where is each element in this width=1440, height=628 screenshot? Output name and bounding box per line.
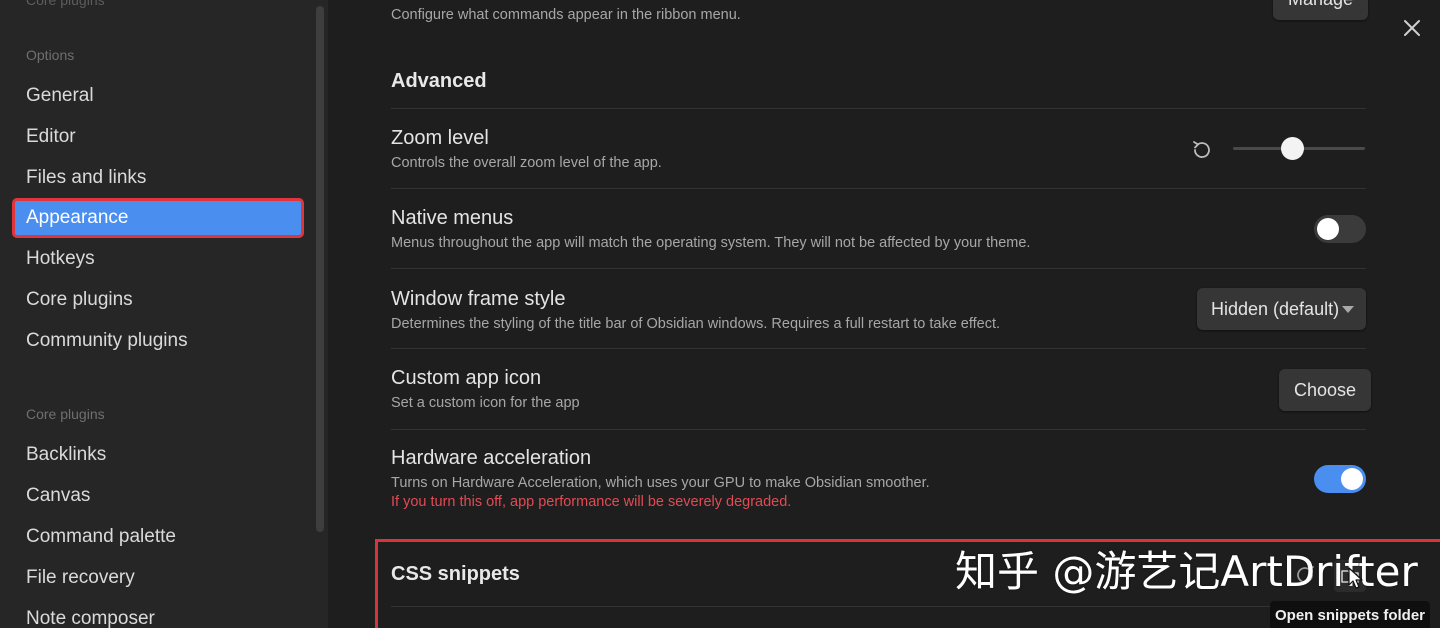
divider — [391, 429, 1366, 430]
hardware-acceleration-toggle[interactable] — [1314, 465, 1366, 493]
native-menus-name: Native menus — [391, 207, 514, 229]
options-heading: Options — [26, 47, 75, 63]
divider — [391, 348, 1366, 349]
native-menus-toggle[interactable] — [1314, 215, 1366, 243]
caret-down-icon — [1342, 306, 1354, 313]
close-icon[interactable] — [1400, 16, 1424, 40]
tooltip: Open snippets folder — [1270, 601, 1430, 628]
reset-icon[interactable] — [1190, 138, 1214, 162]
divider — [391, 606, 1366, 607]
sidebar-cut-heading: Core plugins — [26, 0, 105, 8]
toggle-knob — [1341, 468, 1363, 490]
custom-icon-name: Custom app icon — [391, 367, 542, 389]
sidebar-item-note-composer[interactable]: Note composer — [14, 601, 302, 628]
settings-sidebar: Core plugins Options General Editor File… — [0, 0, 314, 628]
hardware-acceleration-setting: Hardware acceleration Turns on Hardware … — [391, 446, 1366, 512]
zoom-level-name: Zoom level — [391, 127, 489, 149]
cursor-icon — [1348, 567, 1363, 589]
zoom-slider-thumb[interactable] — [1280, 137, 1304, 160]
sidebar-item-hotkeys[interactable]: Hotkeys — [14, 241, 302, 277]
custom-icon-setting: Custom app icon Set a custom icon for th… — [391, 366, 1366, 413]
css-snippets-heading: CSS snippets — [391, 563, 520, 585]
custom-icon-desc: Set a custom icon for the app — [391, 395, 580, 411]
zoom-level-setting: Zoom level Controls the overall zoom lev… — [391, 126, 1366, 173]
sidebar-item-general[interactable]: General — [14, 78, 302, 114]
sidebar-item-command-palette[interactable]: Command palette — [14, 519, 302, 555]
zoom-level-desc: Controls the overall zoom level of the a… — [391, 155, 662, 171]
window-frame-selected: Hidden (default) — [1211, 299, 1340, 319]
divider — [391, 188, 1366, 189]
native-menus-setting: Native menus Menus throughout the app wi… — [391, 206, 1366, 253]
ribbon-desc: Configure what commands appear in the ri… — [391, 7, 741, 23]
sidebar-scrollbar[interactable] — [316, 6, 324, 532]
advanced-heading: Advanced — [391, 70, 487, 92]
native-menus-desc: Menus throughout the app will match the … — [391, 235, 1031, 251]
ribbon-setting: Configure what commands appear in the ri… — [391, 0, 1366, 25]
hardware-acceleration-warning: If you turn this off, app performance wi… — [391, 494, 792, 510]
divider — [391, 268, 1366, 269]
divider — [391, 108, 1366, 109]
sidebar-item-community-plugins[interactable]: Community plugins — [14, 323, 302, 359]
sidebar-item-core-plugins[interactable]: Core plugins — [14, 282, 302, 318]
sidebar-item-appearance[interactable]: Appearance — [12, 198, 304, 238]
hardware-acceleration-name: Hardware acceleration — [391, 447, 592, 469]
sidebar-item-files-and-links[interactable]: Files and links — [14, 160, 302, 196]
sidebar-item-file-recovery[interactable]: File recovery — [14, 560, 302, 596]
sidebar-item-backlinks[interactable]: Backlinks — [14, 437, 302, 473]
settings-window: Core plugins Options General Editor File… — [0, 0, 1440, 628]
core-plugins-heading: Core plugins — [26, 406, 105, 422]
window-frame-select[interactable]: Hidden (default) — [1197, 288, 1366, 330]
hardware-acceleration-desc: Turns on Hardware Acceleration, which us… — [391, 475, 930, 491]
manage-button[interactable]: Manage — [1273, 0, 1369, 20]
toggle-knob — [1317, 218, 1339, 240]
choose-button[interactable]: Choose — [1279, 369, 1372, 411]
sidebar-item-canvas[interactable]: Canvas — [14, 478, 302, 514]
sidebar-item-editor[interactable]: Editor — [14, 119, 302, 155]
